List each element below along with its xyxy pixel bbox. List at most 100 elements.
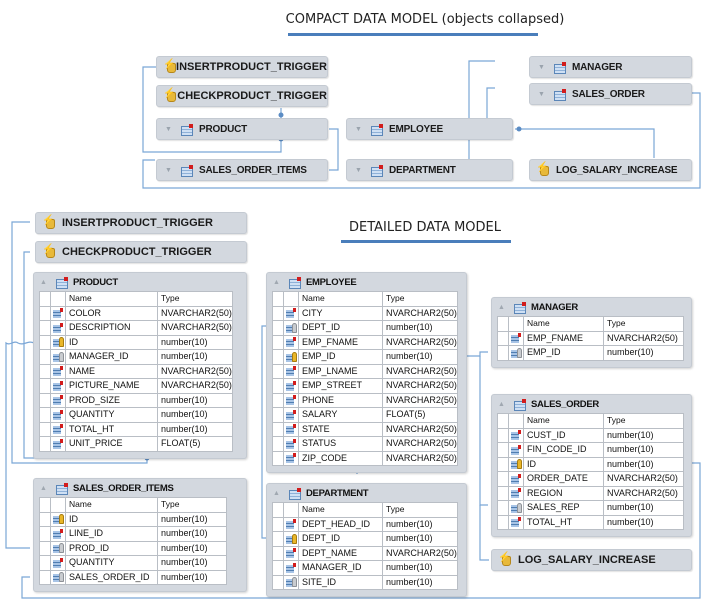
column-row[interactable]: DEPT_ID number(10): [272, 531, 458, 547]
column-row[interactable]: EMP_LNAME NVARCHAR2(50): [272, 363, 458, 379]
detail-log-salary-increase-trigger[interactable]: ⚡ LOG_SALARY_INCREASE: [491, 549, 692, 571]
column-row[interactable]: CUST_ID number(10): [497, 427, 684, 443]
column-row[interactable]: FIN_CODE_ID number(10): [497, 442, 684, 458]
column-type: number(10): [157, 555, 227, 571]
column-type: NVARCHAR2(50): [382, 392, 458, 408]
table-header[interactable]: ▲ SALES_ORDER_ITEMS: [34, 479, 246, 497]
compact-sales-order-table[interactable]: ▼ SALES_ORDER: [529, 83, 692, 105]
compact-manager-table[interactable]: ▼ MANAGER: [529, 56, 692, 78]
expand-chevron-icon[interactable]: ▼: [355, 167, 363, 174]
column-row[interactable]: SITE_ID number(10): [272, 574, 458, 590]
column-row[interactable]: COLOR NVARCHAR2(50): [39, 305, 233, 321]
table-header[interactable]: ▲ SALES_ORDER: [492, 395, 691, 413]
column-row[interactable]: LINE_ID number(10): [39, 526, 227, 542]
column-row[interactable]: DEPT_ID number(10): [272, 320, 458, 336]
column-icon: [285, 394, 297, 406]
column-name: ID: [65, 511, 158, 527]
column-row[interactable]: STATUS NVARCHAR2(50): [272, 436, 458, 452]
collapse-chevron-icon[interactable]: ▲: [40, 279, 48, 286]
detail-sales-order-items-table[interactable]: ▲ SALES_ORDER_ITEMS Name Type ID number(10) LI…: [33, 478, 247, 592]
collapse-chevron-icon[interactable]: ▲: [498, 401, 506, 408]
column-row[interactable]: EMP_FNAME NVARCHAR2(50): [497, 330, 684, 346]
column-type: NVARCHAR2(50): [382, 334, 458, 350]
column-row[interactable]: EMP_ID number(10): [497, 345, 684, 361]
column-row[interactable]: DEPT_NAME NVARCHAR2(50): [272, 545, 458, 561]
column-row[interactable]: REGION NVARCHAR2(50): [497, 485, 684, 501]
column-name: EMP_FNAME: [298, 334, 383, 350]
column-row[interactable]: DESCRIPTION NVARCHAR2(50): [39, 320, 233, 336]
column-name: QUANTITY: [65, 555, 158, 571]
expand-chevron-icon[interactable]: ▼: [355, 126, 363, 133]
primary-key-icon: [285, 351, 297, 363]
column-row[interactable]: SALES_REP number(10): [497, 500, 684, 516]
compact-insertproduct-trigger[interactable]: ⚡ INSERTPRODUCT_TRIGGER: [156, 56, 328, 78]
type-header: Type: [157, 497, 227, 513]
column-row[interactable]: SALARY FLOAT(5): [272, 407, 458, 423]
detail-insertproduct-trigger[interactable]: ⚡ INSERTPRODUCT_TRIGGER: [35, 212, 247, 234]
column-row[interactable]: TOTAL_HT number(10): [497, 514, 684, 530]
column-row[interactable]: ZIP_CODE NVARCHAR2(50): [272, 450, 458, 466]
collapse-chevron-icon[interactable]: ▲: [498, 304, 506, 311]
column-name: EMP_ID: [298, 349, 383, 365]
table-header[interactable]: ▲ DEPARTMENT: [267, 484, 466, 502]
column-row[interactable]: ID number(10): [39, 511, 227, 527]
column-type: number(10): [603, 427, 684, 443]
column-row[interactable]: ORDER_DATE NVARCHAR2(50): [497, 471, 684, 487]
detail-sales-order-table[interactable]: ▲ SALES_ORDER Name Type CUST_ID number(10) FIN…: [491, 394, 692, 537]
column-header-row: Name Type: [272, 502, 458, 518]
collapse-chevron-icon[interactable]: ▲: [273, 279, 281, 286]
compact-employee-table[interactable]: ▼ EMPLOYEE: [346, 118, 513, 140]
detail-checkproduct-trigger[interactable]: ⚡ CHECKPRODUCT_TRIGGER: [35, 241, 247, 263]
name-header: Name: [298, 291, 383, 307]
collapse-chevron-icon[interactable]: ▲: [273, 490, 281, 497]
table-header[interactable]: ▲ PRODUCT: [34, 273, 246, 291]
name-header: Name: [523, 413, 604, 429]
column-icon: [285, 518, 297, 530]
table-header[interactable]: ▲ MANAGER: [492, 298, 691, 316]
expand-chevron-icon[interactable]: ▼: [538, 64, 546, 71]
expand-chevron-icon[interactable]: ▼: [165, 126, 173, 133]
compact-sales-order-items-table[interactable]: ▼ SALES_ORDER_ITEMS: [156, 159, 328, 181]
detail-employee-table[interactable]: ▲ EMPLOYEE Name Type CITY NVARCHAR2(50) DEPT_I…: [266, 272, 467, 473]
compact-department-table[interactable]: ▼ DEPARTMENT: [346, 159, 513, 181]
column-row[interactable]: TOTAL_HT number(10): [39, 421, 233, 437]
column-row[interactable]: MANAGER_ID number(10): [39, 349, 233, 365]
foreign-key-icon: [510, 347, 522, 359]
detail-department-table[interactable]: ▲ DEPARTMENT Name Type DEPT_HEAD_ID number(10…: [266, 483, 467, 597]
expand-chevron-icon[interactable]: ▼: [165, 167, 173, 174]
column-row[interactable]: PICTURE_NAME NVARCHAR2(50): [39, 378, 233, 394]
column-row[interactable]: PROD_SIZE number(10): [39, 392, 233, 408]
column-icon: [510, 473, 522, 485]
column-row[interactable]: ID number(10): [39, 334, 233, 350]
column-row[interactable]: PHONE NVARCHAR2(50): [272, 392, 458, 408]
column-row[interactable]: NAME NVARCHAR2(50): [39, 363, 233, 379]
column-row[interactable]: STATE NVARCHAR2(50): [272, 421, 458, 437]
column-type: NVARCHAR2(50): [382, 450, 458, 466]
column-row[interactable]: EMP_ID number(10): [272, 349, 458, 365]
column-row[interactable]: QUANTITY number(10): [39, 407, 233, 423]
expand-chevron-icon[interactable]: ▼: [538, 91, 546, 98]
table-header[interactable]: ▲ EMPLOYEE: [267, 273, 466, 291]
compact-log-salary-increase-trigger[interactable]: ⚡ LOG_SALARY_INCREASE: [529, 159, 692, 181]
column-icon: [510, 429, 522, 441]
column-row[interactable]: UNIT_PRICE FLOAT(5): [39, 436, 233, 452]
column-name: UNIT_PRICE: [65, 436, 158, 452]
detail-product-table[interactable]: ▲ PRODUCT Name Type COLOR NVARCHAR2(50) DESCRI…: [33, 272, 247, 459]
column-name: REGION: [523, 485, 604, 501]
column-row[interactable]: QUANTITY number(10): [39, 555, 227, 571]
column-row[interactable]: MANAGER_ID number(10): [272, 560, 458, 576]
column-icon: [510, 444, 522, 456]
column-row[interactable]: EMP_FNAME NVARCHAR2(50): [272, 334, 458, 350]
detail-manager-table[interactable]: ▲ MANAGER Name Type EMP_FNAME NVARCHAR2(50) EM…: [491, 297, 692, 368]
column-row[interactable]: ID number(10): [497, 456, 684, 472]
column-row[interactable]: CITY NVARCHAR2(50): [272, 305, 458, 321]
table-name: SALES_ORDER: [531, 398, 599, 410]
column-row[interactable]: DEPT_HEAD_ID number(10): [272, 516, 458, 532]
column-row[interactable]: PROD_ID number(10): [39, 540, 227, 556]
compact-product-table[interactable]: ▼ PRODUCT: [156, 118, 328, 140]
column-type: number(10): [382, 531, 458, 547]
column-row[interactable]: EMP_STREET NVARCHAR2(50): [272, 378, 458, 394]
collapse-chevron-icon[interactable]: ▲: [40, 485, 48, 492]
compact-checkproduct-trigger[interactable]: ⚡ CHECKPRODUCT_TRIGGER: [156, 85, 328, 107]
column-row[interactable]: SALES_ORDER_ID number(10): [39, 569, 227, 585]
